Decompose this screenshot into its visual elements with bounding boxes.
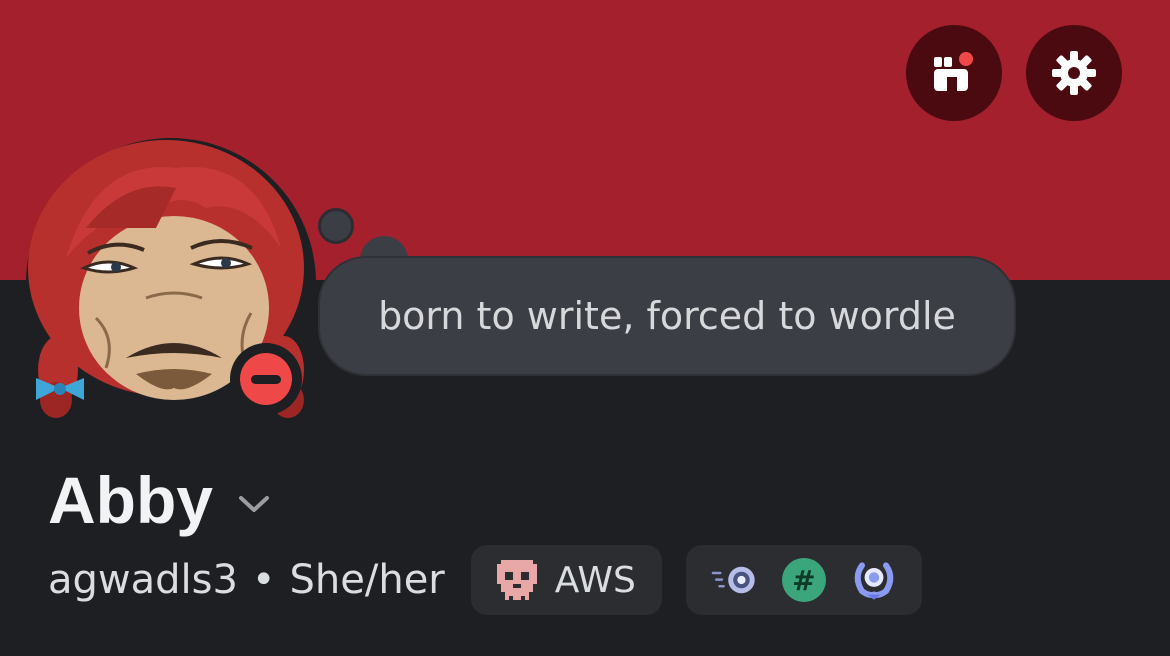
status-indicator — [230, 343, 302, 415]
hashtag-badge[interactable]: # — [780, 556, 828, 604]
shop-button[interactable] — [906, 25, 1002, 121]
username: agwadls3 — [48, 557, 238, 603]
custom-status-bubble[interactable]: born to write, forced to wordle — [318, 256, 1016, 376]
profile-meta-row: agwadls3 • She/her AWS # — [48, 544, 922, 616]
display-name: Abby — [48, 463, 213, 537]
shop-icon — [934, 52, 973, 91]
custom-status-text: born to write, forced to wordle — [378, 294, 956, 338]
thought-dot-small — [318, 208, 354, 244]
pronouns: She/her — [289, 557, 445, 603]
server-tag[interactable]: AWS — [470, 545, 662, 615]
avatar[interactable] — [26, 138, 316, 428]
nitro-badge[interactable] — [710, 556, 758, 604]
chevron-down-icon[interactable] — [237, 494, 271, 516]
gear-icon — [1052, 51, 1096, 95]
laurel-badge[interactable] — [850, 556, 898, 604]
do-not-disturb-icon — [240, 353, 292, 405]
pixel-skull-icon — [496, 560, 537, 600]
laurel-badge-icon — [854, 562, 894, 600]
display-name-row[interactable]: Abby — [48, 460, 271, 540]
nitro-boost-icon — [711, 566, 755, 594]
hashtag-badge-icon: # — [781, 558, 826, 602]
server-tag-label: AWS — [554, 559, 636, 601]
separator: • — [251, 557, 276, 603]
settings-button[interactable] — [1026, 25, 1122, 121]
badges-container: # — [685, 545, 922, 615]
